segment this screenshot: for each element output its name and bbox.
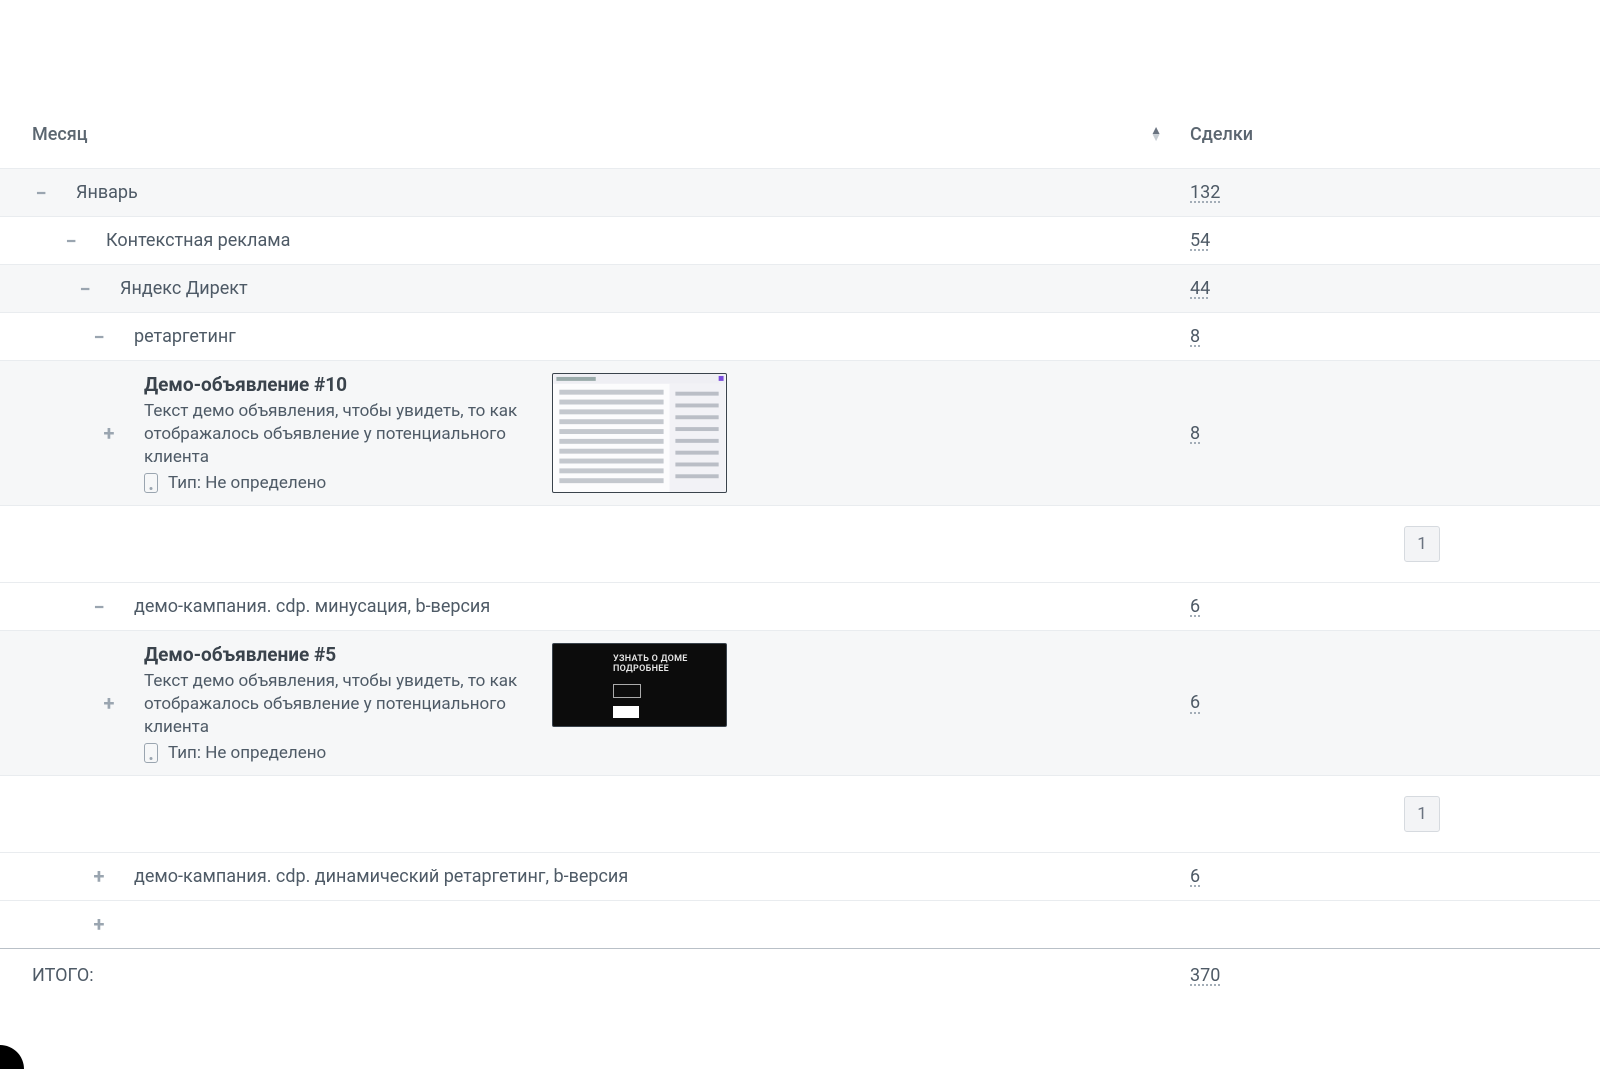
banner-button-solid — [613, 706, 639, 718]
ad-thumbnail: УЗНАТЬ О ДОМЕ ПОДРОБНЕЕ — [552, 643, 727, 727]
ad-type-label: Тип: Не определено — [168, 743, 326, 763]
row-campaign-minus[interactable]: демо-кампания. cdp. минусация, b-версия … — [0, 582, 1600, 630]
thumbnail-preview-icon — [553, 374, 726, 492]
row-value[interactable]: 54 — [1190, 230, 1210, 251]
ad-title: Демо-объявление #5 — [144, 643, 524, 666]
row-january[interactable]: Январь 132 — [0, 168, 1600, 216]
row-value[interactable]: 6 — [1190, 596, 1200, 617]
banner-text-line: ПОДРОБНЕЕ — [613, 664, 726, 674]
collapse-icon[interactable] — [32, 184, 50, 202]
total-row: ИТОГО: 370 — [0, 948, 1600, 1002]
ad-description: Текст демо объявления, чтобы увидеть, то… — [144, 400, 524, 469]
expand-icon[interactable] — [100, 424, 118, 442]
ad-type-label: Тип: Не определено — [168, 473, 326, 493]
column-header-deals[interactable]: Сделки — [1190, 124, 1253, 145]
collapse-icon[interactable] — [90, 328, 108, 346]
banner-button-outline — [613, 684, 641, 698]
row-value[interactable]: 8 — [1190, 326, 1200, 347]
row-yandex-direct[interactable]: Яндекс Директ 44 — [0, 264, 1600, 312]
row-label: демо-кампания. cdp. минусация, b-версия — [134, 596, 490, 617]
expand-icon[interactable] — [90, 867, 108, 885]
row-campaign-dyn[interactable]: демо-кампания. cdp. динамический ретарге… — [0, 852, 1600, 900]
device-icon — [144, 473, 158, 493]
row-ad-5[interactable]: Демо-объявление #5 Текст демо объявления… — [0, 630, 1600, 775]
row-ad-10[interactable]: Демо-объявление #10 Текст демо объявлени… — [0, 360, 1600, 505]
report-table: Месяц ▲▼ Сделки Январь 132 Контекстная р… — [0, 0, 1600, 1002]
table-header-row: Месяц ▲▼ Сделки — [0, 120, 1600, 168]
row-value[interactable]: 6 — [1190, 866, 1200, 887]
row-partial — [0, 900, 1600, 948]
pagination: 1 — [0, 505, 1600, 582]
column-header-month[interactable]: Месяц — [32, 124, 88, 145]
corner-decoration — [0, 1045, 24, 1069]
row-label: Контекстная реклама — [106, 230, 290, 251]
expand-icon[interactable] — [90, 915, 108, 933]
total-label: ИТОГО: — [32, 965, 94, 986]
pagination: 1 — [0, 775, 1600, 852]
row-value[interactable]: 44 — [1190, 278, 1210, 299]
row-value[interactable]: 8 — [1190, 423, 1200, 444]
device-icon — [144, 743, 158, 763]
page-button[interactable]: 1 — [1404, 796, 1440, 832]
collapse-icon[interactable] — [76, 280, 94, 298]
page-button[interactable]: 1 — [1404, 526, 1440, 562]
row-value[interactable]: 132 — [1190, 182, 1220, 203]
row-label: демо-кампания. cdp. динамический ретарге… — [134, 866, 628, 887]
collapse-icon[interactable] — [90, 598, 108, 616]
collapse-icon[interactable] — [62, 232, 80, 250]
row-context-ads[interactable]: Контекстная реклама 54 — [0, 216, 1600, 264]
total-value[interactable]: 370 — [1190, 965, 1220, 986]
sort-icon[interactable]: ▲▼ — [1150, 127, 1162, 141]
row-retargeting[interactable]: ретаргетинг 8 — [0, 312, 1600, 360]
ad-description: Текст демо объявления, чтобы увидеть, то… — [144, 670, 524, 739]
banner-text-line: УЗНАТЬ О ДОМЕ — [613, 654, 726, 664]
row-label: Январь — [76, 182, 138, 203]
expand-icon[interactable] — [100, 694, 118, 712]
row-value[interactable]: 6 — [1190, 692, 1200, 713]
ad-title: Демо-объявление #10 — [144, 373, 524, 396]
row-label: ретаргетинг — [134, 326, 236, 347]
row-label: Яндекс Директ — [120, 278, 248, 299]
ad-thumbnail — [552, 373, 727, 493]
